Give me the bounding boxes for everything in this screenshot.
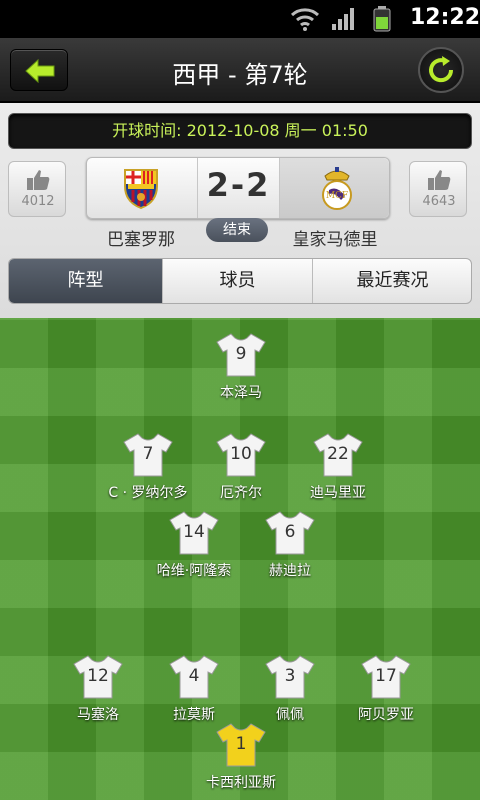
player-name: 卡西利亚斯 bbox=[206, 775, 276, 791]
score: 2-2 bbox=[206, 166, 271, 204]
player-name: 赫迪拉 bbox=[269, 563, 311, 579]
refresh-button[interactable] bbox=[418, 47, 464, 93]
player-name: 本泽马 bbox=[220, 385, 262, 401]
refresh-icon bbox=[429, 56, 454, 83]
player-name: 阿贝罗亚 bbox=[358, 707, 414, 723]
arrow-left-icon bbox=[25, 58, 55, 84]
player-name: 迪马里亚 bbox=[310, 485, 366, 501]
back-button[interactable] bbox=[10, 49, 68, 91]
thumbs-up-icon bbox=[428, 170, 451, 190]
status-bar: 12:22 bbox=[0, 0, 480, 38]
battery-icon bbox=[373, 6, 391, 32]
match-status-badge: 结束 bbox=[206, 218, 268, 242]
player-number: 17 bbox=[375, 666, 397, 686]
tab-players[interactable]: 球员 bbox=[162, 259, 312, 303]
tab-bar: 阵型 球员 最近赛况 bbox=[8, 258, 472, 304]
player-marker[interactable]: 6 赫迪拉 bbox=[230, 510, 350, 590]
kickoff-time: 开球时间: 2012-10-08 周一 01:50 bbox=[8, 113, 472, 149]
real-madrid-crest-icon: MCF bbox=[322, 167, 352, 210]
away-like-button[interactable]: 4643 bbox=[409, 161, 467, 217]
thumbs-up-icon bbox=[27, 170, 50, 190]
away-like-count: 4643 bbox=[422, 194, 456, 209]
player-number: 1 bbox=[235, 734, 247, 754]
player-marker[interactable]: 1 卡西利亚斯 bbox=[181, 722, 301, 800]
tab-recent-form[interactable]: 最近赛况 bbox=[312, 259, 471, 303]
wifi-icon bbox=[290, 8, 320, 31]
home-like-button[interactable]: 4012 bbox=[8, 161, 66, 217]
page-title: 西甲 - 第7轮 bbox=[172, 61, 308, 89]
away-team-name: 皇家马德里 bbox=[292, 230, 378, 250]
svg-text:MCF: MCF bbox=[326, 191, 348, 201]
player-number: 6 bbox=[284, 522, 296, 542]
barcelona-crest-icon bbox=[124, 169, 158, 210]
clock: 12:22 bbox=[410, 5, 480, 30]
home-team-name: 巴塞罗那 bbox=[107, 230, 175, 250]
tab-formation[interactable]: 阵型 bbox=[9, 259, 162, 303]
player-marker[interactable]: 17 阿贝罗亚 bbox=[326, 654, 446, 734]
formation-pitch: 9 本泽马 7 C · 罗纳尔多 10 厄齐尔 22 迪马里亚 14 哈维·阿隆索 6 赫迪拉 12 马塞… bbox=[0, 318, 480, 800]
header: 西甲 - 第7轮 bbox=[0, 38, 480, 102]
player-number: 22 bbox=[327, 444, 349, 464]
signal-icon bbox=[332, 8, 354, 30]
player-marker[interactable]: 9 本泽马 bbox=[181, 332, 301, 412]
player-number: 9 bbox=[235, 344, 247, 364]
home-like-count: 4012 bbox=[21, 194, 55, 209]
player-marker[interactable]: 22 迪马里亚 bbox=[278, 432, 398, 512]
scoreboard: 2-2 MCF bbox=[86, 157, 390, 219]
